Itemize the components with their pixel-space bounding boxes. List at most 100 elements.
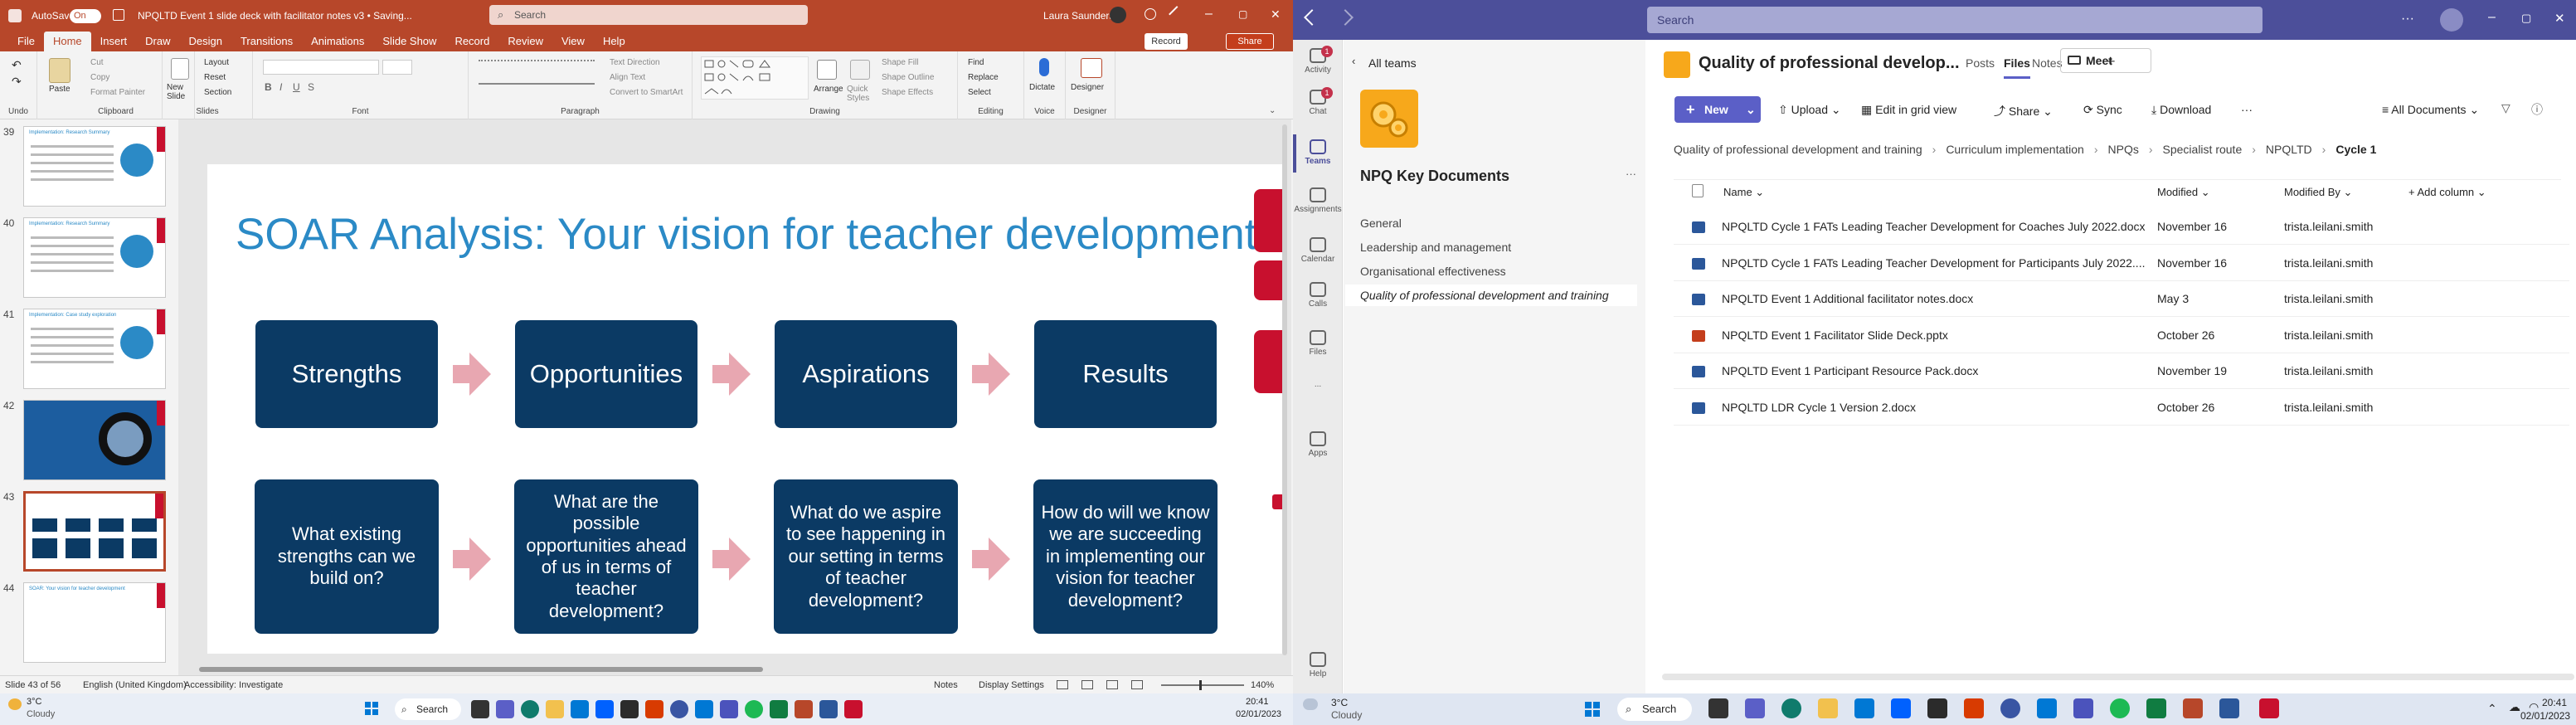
align-text-button[interactable]: Align Text [610,73,645,82]
file-row[interactable]: NPQLTD Event 1 Participant Resource Pack… [1674,353,2569,389]
breadcrumb-item[interactable]: NPQLTD [2266,143,2312,156]
team-name[interactable]: NPQ Key Documents [1360,168,1509,185]
teams-right-icon[interactable] [2073,698,2093,718]
sync-button[interactable]: ⟳ Sync [2083,103,2122,117]
shapes-gallery[interactable] [701,56,809,100]
edge-icon[interactable] [521,700,539,718]
reading-view-icon[interactable] [1106,680,1118,689]
dropbox-icon[interactable] [595,700,614,718]
designer-button[interactable]: Designer [1071,83,1104,92]
new-slide-button[interactable]: New Slide [167,83,200,101]
vertical-scrollbar[interactable] [1282,124,1287,655]
file-explorer-icon[interactable] [546,700,564,718]
rail-chat-item[interactable]: Chat 1 [1293,87,1343,116]
record-button[interactable]: Record [1145,33,1188,50]
teams-search-box[interactable]: Search [1647,7,2263,33]
menu-tab-insert[interactable]: Insert [91,32,137,51]
breadcrumb-item[interactable]: Specialist route [2163,143,2243,156]
windows-start-icon[interactable] [365,702,378,715]
forward-icon[interactable] [1337,9,1354,26]
name-column-header[interactable]: Name ⌄ [1723,186,1764,199]
arrange-icon[interactable] [817,60,837,80]
word-icon[interactable] [819,700,838,718]
channel-item[interactable]: Organisational effectiveness [1345,260,1637,282]
file-row[interactable]: NPQLTD Cycle 1 FATs Leading Teacher Deve… [1674,209,2569,245]
files-scrollbar[interactable] [1662,674,2574,680]
zoom-level[interactable]: 140% [1251,680,1274,690]
user-name[interactable]: Laura Saunders [1043,10,1114,22]
quick-styles-button[interactable]: Quick Styles [847,85,875,103]
layout-button[interactable]: Layout [204,58,229,67]
soar-box-aspirations[interactable]: Aspirations [775,320,957,428]
toolbar-more-icon[interactable]: ··· [2241,103,2253,116]
rail-teams-item[interactable]: Teams [1293,139,1343,166]
store-icon[interactable] [571,700,589,718]
shape-outline-button[interactable]: Shape Outline [882,73,934,82]
slide-thumbnail[interactable]: SOAR: Your vision for teacher developmen… [23,582,166,663]
paste-icon[interactable] [49,58,70,83]
soar-question-box[interactable]: How do will we know we are succeeding in… [1033,479,1218,634]
zoom-app-icon[interactable] [670,700,688,718]
windows-start-icon-right[interactable] [1585,702,1600,717]
notes-button[interactable]: Notes [934,680,958,690]
font-name-field[interactable] [263,60,379,75]
section-button[interactable]: Section [204,88,231,97]
rail-help-item[interactable]: Help [1293,652,1343,679]
copy-button[interactable]: Copy [90,73,109,82]
replace-button[interactable]: Replace [968,73,999,82]
more-options-icon[interactable]: ··· [2401,12,2414,27]
cloud-tray-icon[interactable]: ☁ [2509,700,2520,714]
zoom-thumb[interactable] [1199,680,1202,690]
file-row[interactable]: NPQLTD Cycle 1 FATs Leading Teacher Deve… [1674,246,2569,281]
coauthor-icon[interactable] [1145,8,1156,20]
slideshow-icon[interactable] [1131,680,1143,689]
save-icon[interactable] [113,9,124,21]
quick-styles-icon[interactable] [850,60,870,80]
menu-tab-home[interactable]: Home [43,32,91,51]
soar-box-strengths[interactable]: Strengths [255,320,438,428]
minimize-icon[interactable]: – [1205,7,1213,22]
pen-icon[interactable] [1169,6,1185,22]
tab-files[interactable]: Files [2004,56,2030,79]
undo-icon[interactable]: ↶ [12,58,22,72]
weather-icon[interactable] [8,698,22,710]
spotify-icon[interactable] [745,700,763,718]
designer-icon[interactable] [1081,58,1102,78]
task-view-icon[interactable] [471,700,489,718]
text-direction-button[interactable]: Text Direction [610,58,660,67]
rail-files-item[interactable]: Files [1293,330,1343,357]
menu-tab-review[interactable]: Review [498,32,552,51]
reset-button[interactable]: Reset [204,73,226,82]
breadcrumb-item[interactable]: Cycle 1 [2335,143,2376,156]
zoom-right-icon[interactable] [2000,698,2020,718]
menu-tab-animations[interactable]: Animations [302,32,373,51]
powerpoint-right-icon[interactable] [2183,698,2203,718]
grid-view-button[interactable]: ▦ Edit in grid view [1861,103,1956,117]
teams-chat-icon[interactable] [496,700,514,718]
slide-thumbnail[interactable]: Implementation: Case study exploration [23,309,166,389]
soar-box-opportunities[interactable]: Opportunities [515,320,697,428]
rail-assignments-item[interactable]: Assignments [1293,187,1343,214]
slide-thumbnail[interactable] [23,491,166,572]
new-slide-icon[interactable] [171,58,189,80]
soar-box-results[interactable]: Results [1034,320,1217,428]
soar-question-box[interactable]: What do we aspire to see happening in ou… [774,479,958,634]
modified-column-header[interactable]: Modified ⌄ [2157,186,2210,199]
accessibility-status[interactable]: Accessibility: Investigate [184,680,283,690]
all-teams-link[interactable]: All teams [1368,56,1417,70]
file-row[interactable]: NPQLTD Event 1 Additional facilitator no… [1674,281,2569,317]
underline-icon[interactable]: U [293,81,300,93]
breadcrumb-item[interactable]: Curriculum implementation [1946,143,2084,156]
italic-icon[interactable]: I [279,81,282,93]
close-icon[interactable]: ✕ [1271,7,1281,22]
horizontal-scrollbar[interactable] [199,667,763,672]
rail-apps-item[interactable]: Apps [1293,431,1343,458]
team-more-icon[interactable]: ··· [1626,168,1636,180]
word-right-icon[interactable] [2219,698,2239,718]
teams-chat-right-icon[interactable] [1745,698,1765,718]
format-painter-button[interactable]: Format Painter [90,88,145,97]
file-row[interactable]: NPQLTD LDR Cycle 1 Version 2.docx October… [1674,390,2569,426]
powerpoint-icon[interactable] [795,700,813,718]
menu-tab-design[interactable]: Design [180,32,231,51]
back-icon[interactable] [1304,9,1320,26]
